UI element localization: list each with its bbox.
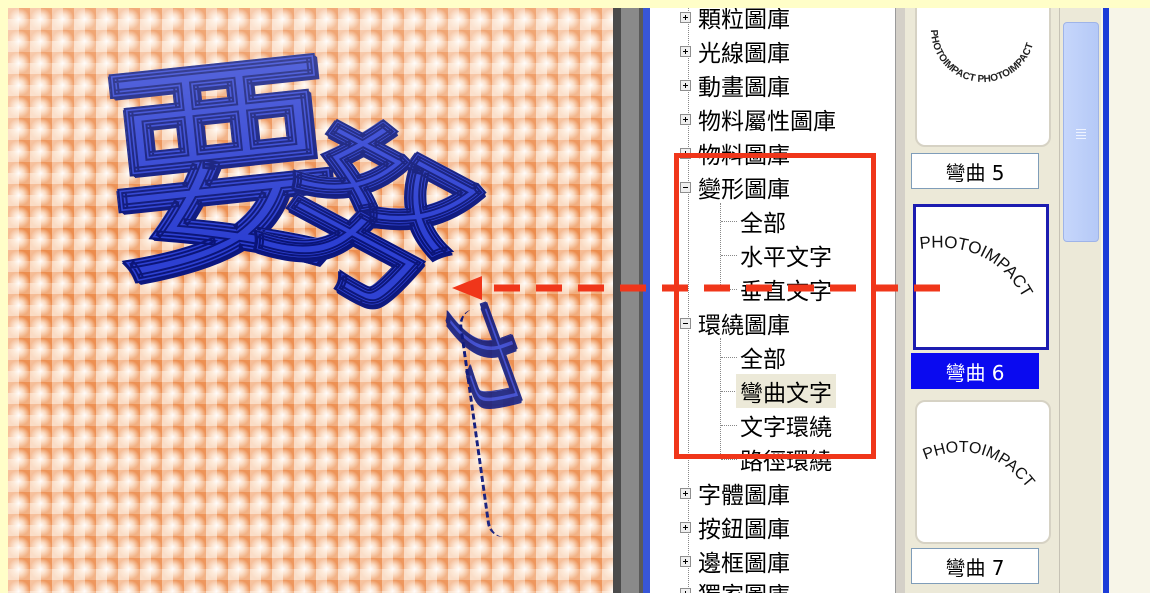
tree-item-label: 按鈕圖庫 [698,517,790,543]
tree-leaf-label: 全部 [740,211,786,237]
tree-item-label: 物料屬性圖庫 [698,109,836,135]
tree-leaf-bend-text[interactable]: 彎曲文字 [736,374,836,408]
tree-item-label: 光線圖庫 [698,41,790,67]
bend-text-preview-icon: PHOTOIMPACT [919,233,1037,301]
expand-icon[interactable] [680,147,691,159]
thumbnail-bend-7[interactable]: PHOTOIMPACT [915,400,1051,544]
tree-item-frame-gallery[interactable]: 邊框圖庫 [680,544,790,578]
thumbnail-label-bend-6[interactable]: 彎曲 6 [911,353,1039,389]
circular-text-preview-icon: PHOTOIMPACT PHOTOIMPACT [928,29,1036,85]
tree-leaf-wrap-all[interactable]: 全部 [740,340,786,374]
tree-leaf-deform-all[interactable]: 全部 [740,204,786,238]
tree-guide-line [720,338,721,458]
tree-guide-line [721,289,737,290]
collapse-icon[interactable] [680,317,691,329]
image-canvas[interactable]: 要 努 力 [8,8,613,593]
tree-item-label: 顆粒圖庫 [698,8,790,33]
expand-icon[interactable] [680,45,691,57]
thumbnail-bend-6[interactable]: PHOTOIMPACT [913,204,1049,350]
expand-icon[interactable] [680,587,691,593]
tree-item-label: 字體圖庫 [698,483,790,509]
tree-guide-line [721,255,737,256]
bend-text-preview-icon: PHOTOIMPACT [921,439,1038,491]
tree-item-label: 獨家圖庫 [698,576,790,593]
tree-item-particle-gallery[interactable]: 顆粒圖庫 [680,8,790,34]
tree-item-animation-gallery[interactable]: 動畫圖庫 [680,68,790,102]
tree-item-wrap-gallery[interactable]: 環繞圖庫 [680,306,790,340]
tree-item-label: 邊框圖庫 [698,551,790,577]
tree-item-material-attribute-gallery[interactable]: 物料屬性圖庫 [680,102,836,136]
tree-item-label: 變形圖庫 [698,177,790,203]
panel-separator [613,8,650,593]
tree-item-material-gallery[interactable]: 物料圖庫 [680,136,790,170]
tree-guide-line [721,459,737,460]
expand-icon[interactable] [680,555,691,567]
tree-leaf-vertical-text[interactable]: 垂直文字 [740,272,832,306]
thumbnail-gallery[interactable]: PHOTOIMPACT PHOTOIMPACT 彎曲 5 PHOTOIMPACT… [905,8,1059,593]
tree-item-label: 環繞圖庫 [698,313,790,339]
tree-item-label: 動畫圖庫 [698,75,790,101]
scrollbar-thumb[interactable] [1063,22,1099,242]
tree-guide-line [721,425,737,426]
tree-guide-line [721,357,737,358]
tree-guide-line [721,391,737,392]
svg-text:PHOTOIMPACT PHOTOIMPACT: PHOTOIMPACT PHOTOIMPACT [928,29,1036,85]
tree-item-label: 物料圖庫 [698,143,790,169]
expand-icon[interactable] [680,487,691,499]
tree-item-deform-gallery[interactable]: 變形圖庫 [680,170,790,204]
svg-text:PHOTOIMPACT: PHOTOIMPACT [921,439,1038,491]
tree-leaf-label: 全部 [740,347,786,373]
tree-item-light-gallery[interactable]: 光線圖庫 [680,34,790,68]
tree-item-exclusive-gallery[interactable]: 獨家圖庫 [680,576,790,593]
expand-icon[interactable] [680,11,691,23]
thumbnail-bend-5[interactable]: PHOTOIMPACT PHOTOIMPACT [915,8,1051,147]
expand-icon[interactable] [680,521,691,533]
expand-icon[interactable] [680,79,691,91]
easy-palette-tree[interactable]: 顆粒圖庫 光線圖庫 動畫圖庫 物料屬性圖庫 物料圖庫 變形圖庫 全部 水平文字 … [650,8,895,593]
tree-leaf-text-wrap[interactable]: 文字環繞 [740,408,832,442]
window-border [1103,8,1109,593]
svg-text:PHOTOIMPACT: PHOTOIMPACT [919,233,1037,301]
tree-leaf-label: 水平文字 [740,245,832,271]
tree-guide-line [721,221,737,222]
tree-item-font-gallery[interactable]: 字體圖庫 [680,476,790,510]
expand-icon[interactable] [680,113,691,125]
tree-leaf-label: 垂直文字 [740,279,832,305]
tree-leaf-label: 路徑環繞 [740,449,832,475]
tree-leaf-label: 文字環繞 [740,415,832,441]
grip-icon [1076,127,1086,139]
tree-leaf-path-wrap[interactable]: 路徑環繞 [740,442,832,476]
thumbnail-label-bend-5[interactable]: 彎曲 5 [911,153,1039,189]
tree-leaf-label: 彎曲文字 [736,374,836,408]
tree-guide-line [720,203,721,289]
tree-leaf-horizontal-text[interactable]: 水平文字 [740,238,832,272]
thumbnail-label-bend-7[interactable]: 彎曲 7 [911,548,1039,584]
tree-item-button-gallery[interactable]: 按鈕圖庫 [680,510,790,544]
collapse-icon[interactable] [680,181,691,193]
thumbnail-scrollbar[interactable] [1059,8,1102,593]
